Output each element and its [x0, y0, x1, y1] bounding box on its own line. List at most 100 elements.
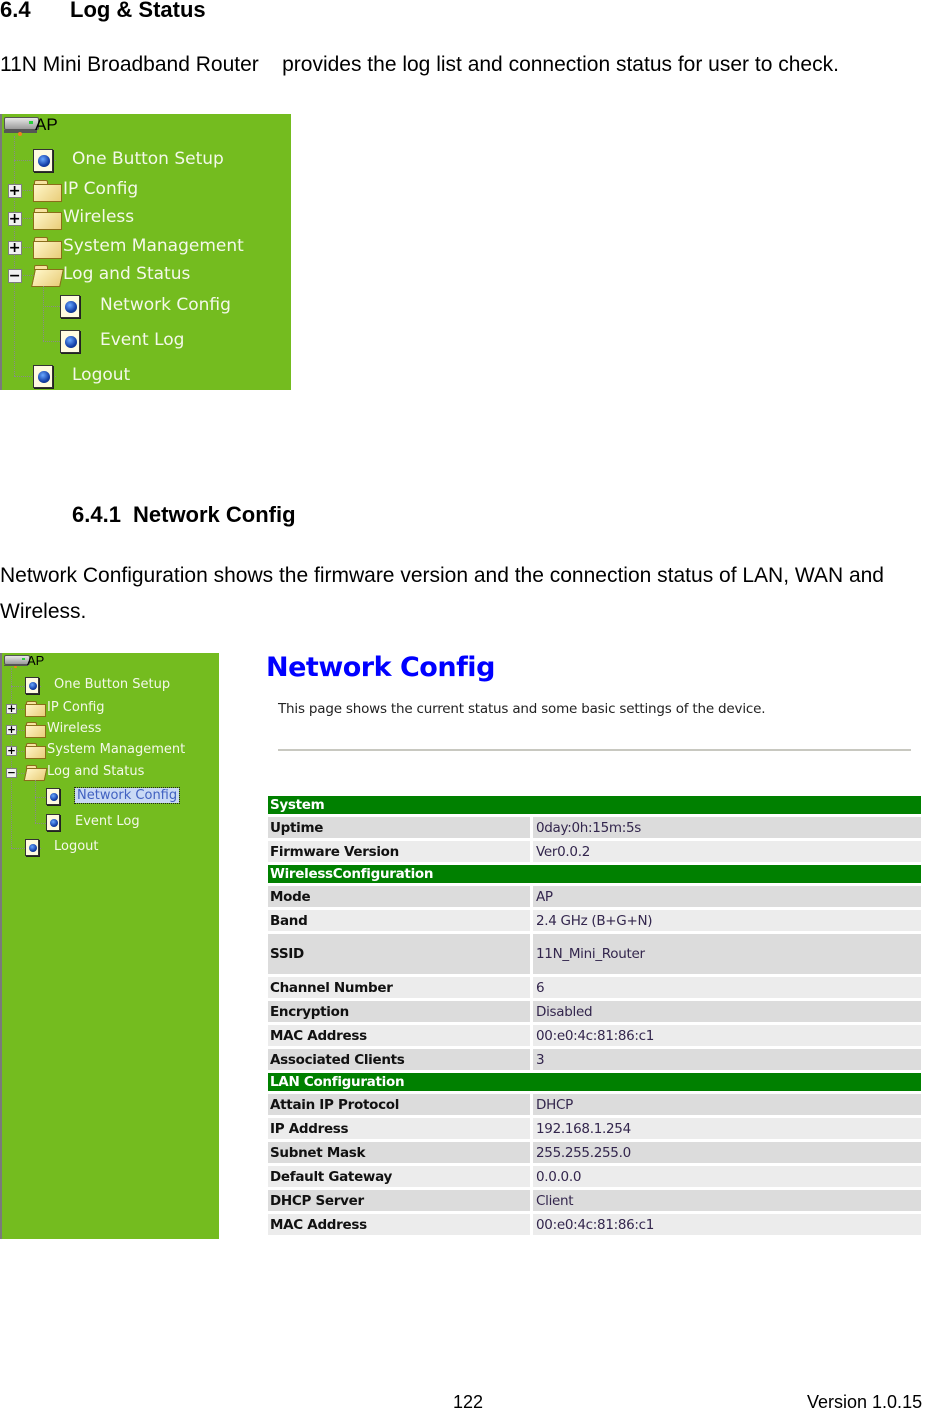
tree-item-wireless[interactable]: Wireless [47, 721, 101, 736]
row-value: Ver0.0.2 [533, 841, 921, 862]
expand-plus-icon[interactable]: + [6, 745, 17, 756]
table-row: Channel Number 6 [268, 977, 921, 998]
row-value: 0.0.0.0 [533, 1166, 921, 1187]
folder-icon [25, 701, 46, 718]
table-row: SSID 11N_Mini_Router [268, 934, 921, 974]
tree-connector [14, 135, 15, 377]
row-value: 6 [533, 977, 921, 998]
table-row: Mode AP [268, 886, 921, 907]
globe-icon [28, 681, 38, 691]
row-key: Subnet Mask [268, 1142, 533, 1163]
tree-root-label[interactable]: AP [35, 115, 58, 135]
row-key: Encryption [268, 1001, 533, 1022]
table-row: Associated Clients 3 [268, 1049, 921, 1070]
row-value: 11N_Mini_Router [533, 934, 921, 974]
section-number: 6.4 [0, 0, 31, 22]
section-header-row: LAN Configuration [268, 1073, 921, 1091]
section-header-row: System [268, 796, 921, 814]
tree-root-label[interactable]: AP [27, 653, 44, 668]
row-value: 192.168.1.254 [533, 1118, 921, 1139]
tree-item-logout[interactable]: Logout [54, 839, 99, 854]
row-value: 00:e0:4c:81:86:c1 [533, 1214, 921, 1235]
tree-connector [35, 780, 36, 823]
tree-item-wireless[interactable]: Wireless [63, 207, 134, 227]
page-globe-icon [25, 839, 40, 857]
globe-icon [28, 843, 38, 853]
network-config-title: Network Config [266, 652, 495, 683]
section-intro: 11N Mini Broadband Router provides the l… [0, 53, 839, 76]
section-title: Log & Status [70, 0, 206, 22]
tree-item-ip-config[interactable]: IP Config [63, 179, 138, 199]
tree-item-log-and-status[interactable]: Log and Status [47, 764, 144, 779]
router-icon [4, 653, 30, 670]
row-key: Associated Clients [268, 1049, 533, 1070]
tree-item-one-button-setup[interactable]: One Button Setup [54, 677, 170, 692]
row-value: 3 [533, 1049, 921, 1070]
subsection-heading: 6.4.1 Network Config [72, 502, 296, 528]
globe-icon [49, 792, 59, 802]
expand-plus-icon[interactable]: + [7, 212, 22, 226]
folder-icon [25, 743, 46, 760]
menu-tree-screenshot: AP One Button Setup + IP Config + Wireless + Sy… [0, 114, 291, 390]
tree-connector [11, 668, 12, 848]
page-globe-icon [46, 788, 61, 806]
table-row: Subnet Mask 255.255.255.0 [268, 1142, 921, 1163]
page-globe-icon [60, 294, 80, 319]
tree-item-log-and-status[interactable]: Log and Status [63, 264, 190, 284]
tree-item-logout[interactable]: Logout [72, 365, 130, 385]
row-value: DHCP [533, 1094, 921, 1115]
row-key: MAC Address [268, 1025, 533, 1046]
table-row: Band 2.4 GHz (B+G+N) [268, 910, 921, 931]
folder-open-icon [23, 765, 48, 782]
globe-icon [49, 818, 59, 828]
divider [278, 749, 911, 751]
row-key: Uptime [268, 817, 533, 838]
section-header-row: WirelessConfiguration [268, 865, 921, 883]
folder-icon [33, 180, 62, 203]
page-globe-icon [25, 677, 40, 695]
table-row: IP Address 192.168.1.254 [268, 1118, 921, 1139]
tree-item-event-log[interactable]: Event Log [75, 814, 140, 829]
page-globe-icon [33, 364, 53, 389]
network-config-table: System Uptime 0day:0h:15m:5s Firmware Versi… [268, 793, 921, 1238]
page-globe-icon [33, 148, 53, 173]
row-key: SSID [268, 934, 533, 974]
folder-icon [25, 722, 46, 739]
expand-plus-icon[interactable]: + [7, 184, 22, 198]
expand-plus-icon[interactable]: + [6, 724, 17, 735]
router-icon [4, 115, 39, 138]
subsection-number: 6.4.1 [72, 502, 121, 527]
tree-item-network-config[interactable]: Network Config [100, 295, 231, 315]
collapse-minus-icon[interactable]: − [6, 767, 17, 778]
row-value: 00:e0:4c:81:86:c1 [533, 1025, 921, 1046]
row-key: Mode [268, 886, 533, 907]
tree-item-ip-config[interactable]: IP Config [47, 700, 105, 715]
tree-item-system-management[interactable]: System Management [63, 236, 244, 256]
globe-icon [37, 154, 50, 167]
row-key: Band [268, 910, 533, 931]
globe-icon [64, 300, 77, 313]
row-key: DHCP Server [268, 1190, 533, 1211]
tree-item-system-management[interactable]: System Management [47, 742, 185, 757]
row-value: 255.255.255.0 [533, 1142, 921, 1163]
section-heading: 6.4 Log & Status [0, 0, 206, 23]
tree-item-event-log[interactable]: Event Log [100, 330, 184, 350]
table-row: DHCP Server Client [268, 1190, 921, 1211]
section-header: System [268, 796, 921, 814]
table-row: Default Gateway 0.0.0.0 [268, 1166, 921, 1187]
subsection-paragraph: Network Configuration shows the firmware… [0, 564, 884, 623]
row-key: MAC Address [268, 1214, 533, 1235]
row-key: Firmware Version [268, 841, 533, 862]
table-row: MAC Address 00:e0:4c:81:86:c1 [268, 1214, 921, 1235]
collapse-minus-icon[interactable]: − [7, 269, 22, 283]
expand-plus-icon[interactable]: + [6, 703, 17, 714]
subsection-title: Network Config [133, 502, 296, 527]
network-config-description: This page shows the current status and s… [278, 701, 766, 717]
globe-icon [37, 370, 50, 383]
row-value: AP [533, 886, 921, 907]
menu-tree-sidebar: AP One Button Setup + IP Config + Wireless + Sy… [0, 653, 219, 1239]
tree-item-one-button-setup[interactable]: One Button Setup [72, 149, 224, 169]
expand-plus-icon[interactable]: + [7, 241, 22, 255]
folder-icon [33, 208, 62, 231]
tree-item-network-config[interactable]: Network Config [73, 787, 181, 805]
